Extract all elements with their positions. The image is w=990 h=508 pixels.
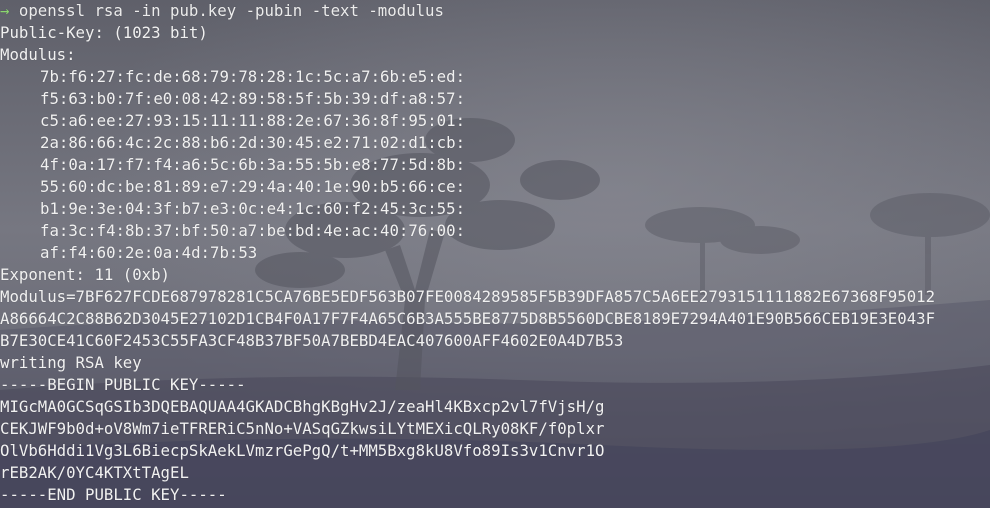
prompt-line: → openssl rsa -in pub.key -pubin -text -…	[0, 0, 444, 22]
pem-body-line: OlVb6Hddi1Vg3L6BiecpSkAekLVmzrGePgQ/t+MM…	[0, 441, 605, 460]
modulus-hex-line: c5:a6:ee:27:93:15:11:11:88:2e:67:36:8f:9…	[40, 111, 466, 130]
public-key-header: Public-Key: (1023 bit)	[0, 23, 208, 42]
modulus-hex-line: 7b:f6:27:fc:de:68:79:78:28:1c:5c:a7:6b:e…	[40, 67, 466, 86]
modulus-hex-line: 2a:86:66:4c:2c:88:b6:2d:30:45:e2:71:02:d…	[40, 133, 466, 152]
modulus-full-line: Modulus=7BF627FCDE687978281C5CA76BE5EDF5…	[0, 287, 936, 306]
modulus-hex-line: f5:63:b0:7f:e0:08:42:89:58:5f:5b:39:df:a…	[40, 89, 466, 108]
modulus-hex-line: af:f4:60:2e:0a:4d:7b:53	[40, 243, 258, 262]
pem-end-line: -----END PUBLIC KEY-----	[0, 485, 227, 504]
prompt-arrow-icon: →	[0, 1, 10, 20]
pem-body-line: MIGcMA0GCSqGSIb3DQEBAQUAA4GKADCBhgKBgHv2…	[0, 397, 605, 416]
pem-begin-line: -----BEGIN PUBLIC KEY-----	[0, 375, 246, 394]
command-text: openssl rsa -in pub.key -pubin -text -mo…	[18, 1, 444, 20]
pem-body-line: rEB2AK/0YC4KTXtTAgEL	[0, 463, 189, 482]
exponent-line: Exponent: 11 (0xb)	[0, 265, 171, 284]
modulus-hex-line: 55:60:dc:be:81:89:e7:29:4a:40:1e:90:b5:6…	[40, 177, 466, 196]
modulus-label: Modulus:	[0, 45, 76, 64]
modulus-full-line: A86664C2C88B62D3045E27102D1CB4F0A17F7F4A…	[0, 309, 936, 328]
modulus-hex-line: fa:3c:f4:8b:37:bf:50:a7:be:bd:4e:ac:40:7…	[40, 221, 466, 240]
pem-body-line: CEKJWF9b0d+oV8Wm7ieTFRERiC5nNo+VASqGZkws…	[0, 419, 605, 438]
modulus-hex-line: 4f:0a:17:f7:f4:a6:5c:6b:3a:55:5b:e8:77:5…	[40, 155, 466, 174]
terminal-window[interactable]: → openssl rsa -in pub.key -pubin -text -…	[0, 0, 990, 508]
writing-rsa-key-line: writing RSA key	[0, 353, 142, 372]
modulus-hex-line: b1:9e:3e:04:3f:b7:e3:0c:e4:1c:60:f2:45:3…	[40, 199, 466, 218]
modulus-full-line: B7E30CE41C60F2453C55FA3CF48B37BF50A7BEBD…	[0, 331, 624, 350]
